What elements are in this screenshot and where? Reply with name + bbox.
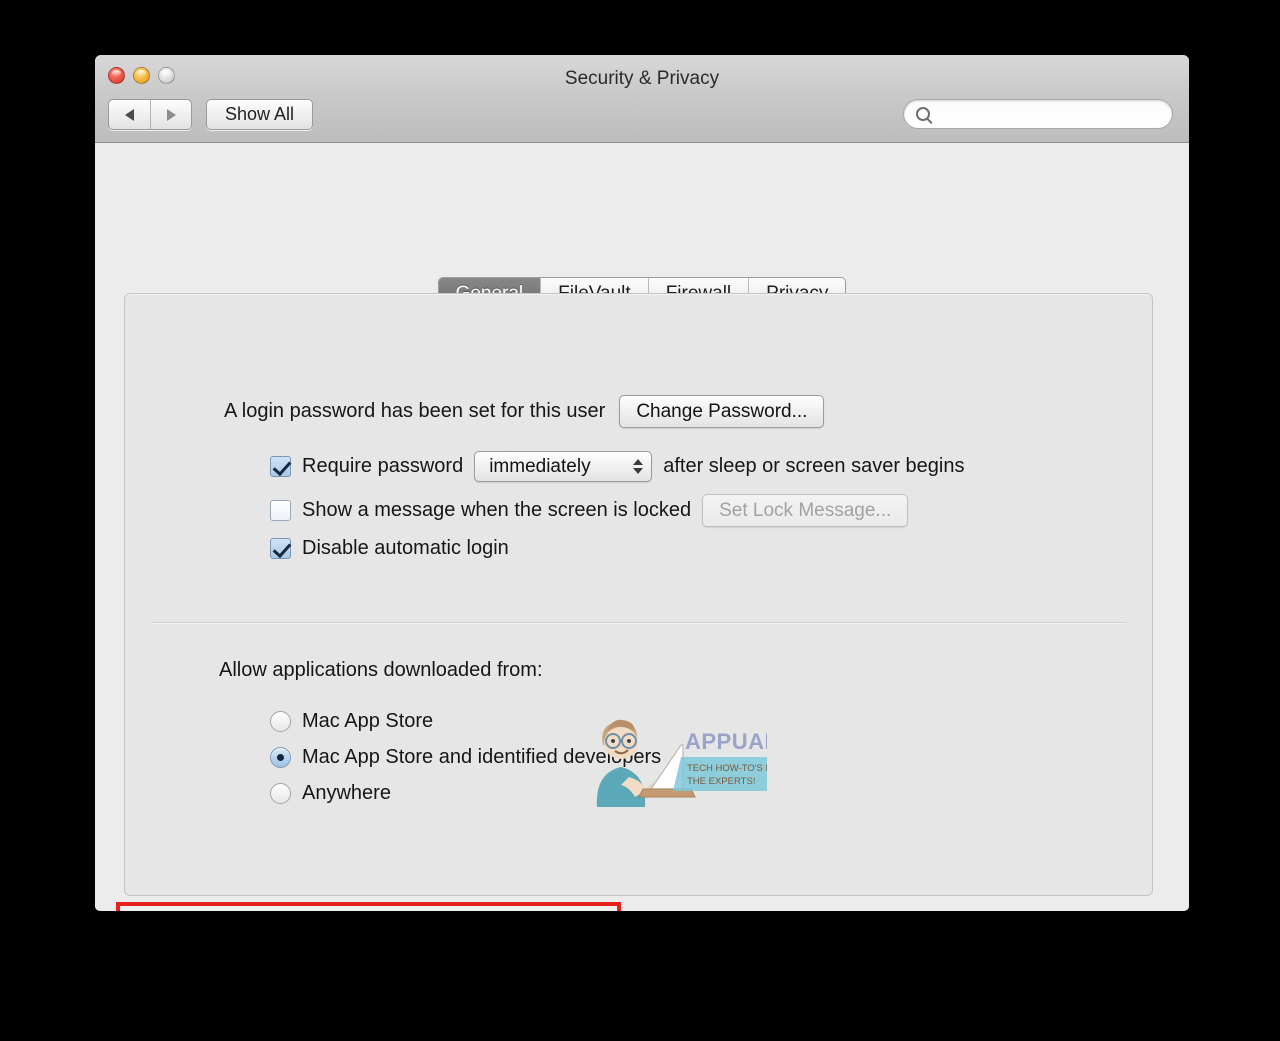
search-input[interactable] bbox=[930, 105, 1172, 123]
search-icon bbox=[916, 107, 930, 121]
lock-annotation-box: Click the lock to prevent further change… bbox=[116, 902, 621, 911]
forward-button[interactable] bbox=[150, 100, 191, 129]
disable-auto-login-checkbox[interactable] bbox=[270, 538, 291, 559]
watermark-tagline-1: TECH HOW-TO'S FROM bbox=[687, 763, 767, 774]
watermark-tagline-2: THE EXPERTS! bbox=[687, 776, 755, 787]
radio-mac-app-store[interactable] bbox=[270, 711, 291, 732]
radio-mac-app-store-label: Mac App Store bbox=[302, 710, 434, 732]
radio-anywhere-label: Anywhere bbox=[302, 782, 391, 804]
window-title: Security & Privacy bbox=[564, 68, 720, 89]
navigation-buttons bbox=[108, 99, 192, 130]
search-box[interactable] bbox=[903, 99, 1173, 129]
disable-auto-login-row: Disable automatic login bbox=[270, 537, 509, 560]
show-lock-message-label: Show a message when the screen is locked bbox=[302, 499, 692, 521]
watermark-brand: APPUALS bbox=[685, 729, 767, 754]
window-body: General FileVault Firewall Privacy A log… bbox=[95, 143, 1189, 911]
forward-arrow-icon bbox=[166, 108, 176, 121]
login-password-row: A login password has been set for this u… bbox=[224, 395, 825, 428]
security-privacy-window: Security & Privacy Show All General File… bbox=[95, 55, 1189, 911]
section-divider bbox=[151, 622, 1126, 623]
require-password-suffix-label: after sleep or screen saver begins bbox=[663, 455, 965, 477]
set-lock-message-button[interactable]: Set Lock Message... bbox=[702, 494, 909, 527]
disable-auto-login-label: Disable automatic login bbox=[302, 537, 509, 559]
require-password-delay-popup[interactable]: immediately bbox=[474, 451, 653, 482]
back-arrow-icon bbox=[125, 108, 134, 121]
show-lock-message-checkbox[interactable] bbox=[270, 500, 291, 521]
back-button[interactable] bbox=[109, 100, 150, 129]
allow-apps-label: Allow applications downloaded from: bbox=[219, 659, 543, 681]
chevron-updown-icon bbox=[633, 459, 644, 474]
show-all-button[interactable]: Show All bbox=[206, 99, 314, 130]
change-password-button[interactable]: Change Password... bbox=[619, 395, 825, 428]
allow-option-anywhere[interactable]: Anywhere bbox=[270, 782, 391, 805]
radio-identified-developers-label: Mac App Store and identified developers bbox=[302, 746, 662, 768]
password-status-label: A login password has been set for this u… bbox=[224, 400, 606, 422]
lock-message-row: Show a message when the screen is locked… bbox=[270, 494, 909, 527]
require-password-label: Require password bbox=[302, 455, 464, 477]
window-toolbar: Security & Privacy Show All bbox=[95, 55, 1189, 143]
general-settings-panel: A login password has been set for this u… bbox=[124, 293, 1153, 896]
allow-option-mac-app-store[interactable]: Mac App Store bbox=[270, 710, 433, 733]
require-password-row: Require password immediately after sleep… bbox=[270, 451, 964, 482]
radio-anywhere[interactable] bbox=[270, 783, 291, 804]
require-password-delay-value: immediately bbox=[489, 455, 591, 477]
radio-identified-developers[interactable] bbox=[270, 747, 291, 768]
require-password-checkbox[interactable] bbox=[270, 456, 291, 477]
allow-option-identified-developers[interactable]: Mac App Store and identified developers bbox=[270, 746, 661, 769]
